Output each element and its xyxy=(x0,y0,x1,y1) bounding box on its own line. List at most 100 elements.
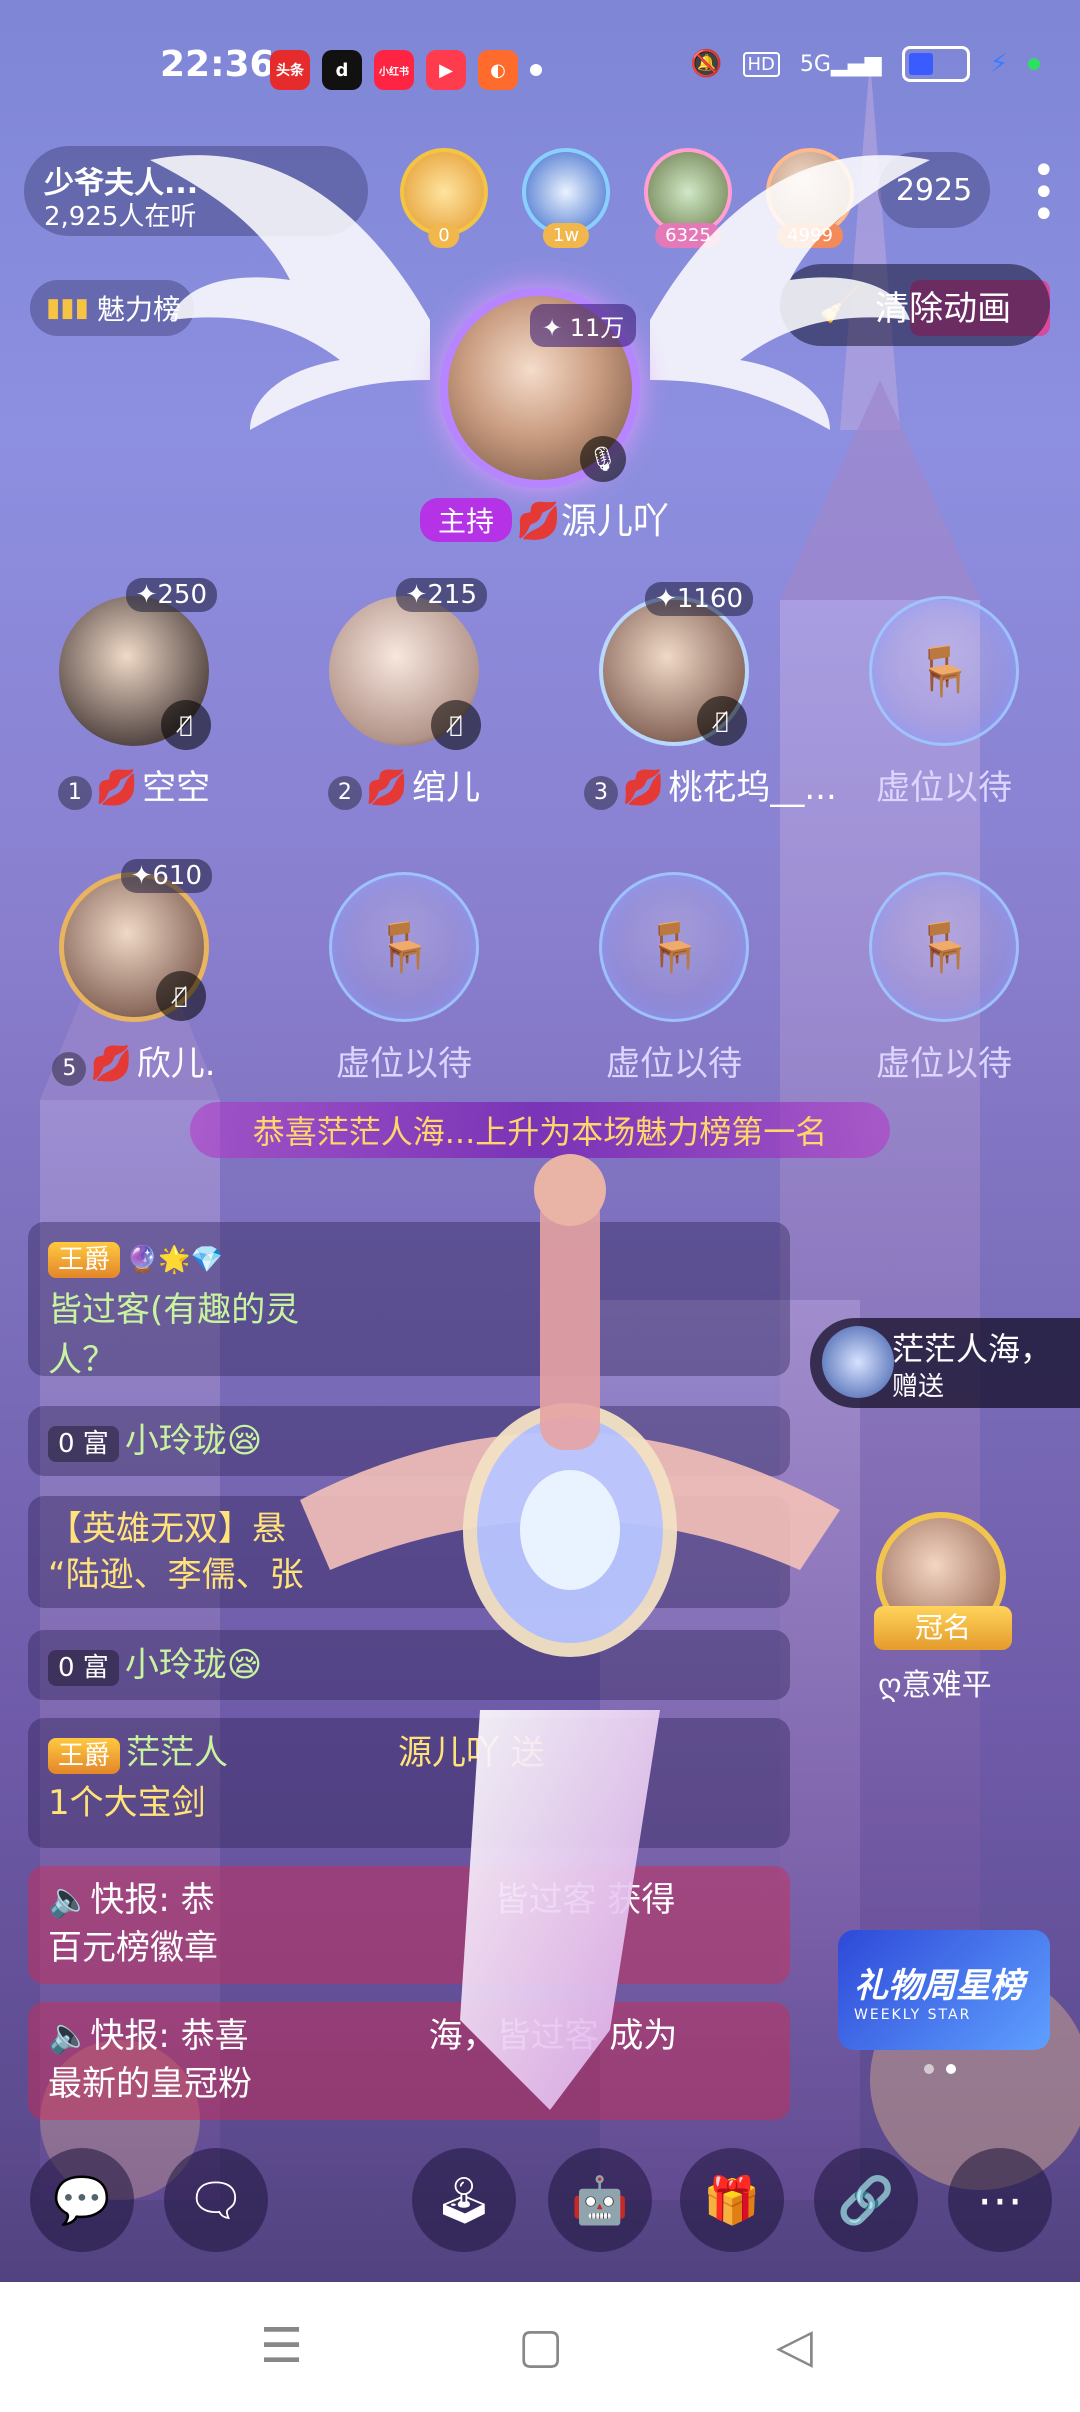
more-menu-icon[interactable]: • • • xyxy=(1032,151,1056,235)
more-button[interactable]: ⋯ xyxy=(948,2148,1052,2252)
chat-message[interactable]: 王爵 🔮🌟💎 皆过客(有趣的灵 人？ xyxy=(28,1222,790,1380)
seat-number: 5 xyxy=(52,1052,87,1086)
lips-icon: 💋 xyxy=(95,768,139,808)
mic-seat-6-empty[interactable]: 🪑 虚位以待 xyxy=(314,872,494,1085)
mic-muted-icon: 🎙̸ xyxy=(697,696,747,746)
seat-avatar[interactable]: ✦610 🎙̸ xyxy=(59,859,212,1022)
chair-icon: 🪑 xyxy=(644,919,704,976)
chair-icon: 🪑 xyxy=(374,919,434,976)
seat-score-value: 1160 xyxy=(676,584,743,614)
gift-sender-avatar xyxy=(822,1326,894,1398)
seat-number: 3 xyxy=(584,776,618,810)
seat-name: 桃花坞__... xyxy=(668,768,837,808)
top-contributors: 0 1w 6325 4999 xyxy=(400,148,854,248)
system-icons: 🔕 HD 5G▂▄▆ ⚡ xyxy=(690,46,1040,82)
mic-seat-3[interactable]: ✦1160 🎙̸ 3 💋 桃花坞__... xyxy=(584,582,837,810)
chat-text: 【英雄无双】悬 xyxy=(48,1509,286,1549)
chat-text-line2: 最新的皇冠粉 xyxy=(48,2064,252,2104)
menu-nav-icon[interactable]: ☰ xyxy=(260,2318,303,2374)
mic-seat-1[interactable]: ✦250 🎙̸ 1 💋 空空 xyxy=(44,578,224,810)
contributor-count: 1w xyxy=(542,223,590,248)
chat-text: 🔈快报: 恭喜 xyxy=(48,2016,249,2056)
empty-seat-circle[interactable]: 🪑 xyxy=(869,596,1019,746)
empty-seat-circle[interactable]: 🪑 xyxy=(329,872,479,1022)
lips-icon: 💋 xyxy=(90,1044,133,1084)
link-icon: 🔗 xyxy=(837,2172,895,2227)
chat-message[interactable]: 王爵 茫茫人 源儿吖 送 1个大宝剑 xyxy=(28,1718,790,1848)
seat-score: ✦1160 xyxy=(645,582,753,616)
crown-badge: 冠名 xyxy=(874,1606,1012,1650)
contributor-avatar[interactable]: 4999 xyxy=(766,148,854,248)
lips-icon: 💋 xyxy=(365,768,409,808)
gift-icon: 🎁 xyxy=(703,2172,761,2227)
empty-seat-circle[interactable]: 🪑 xyxy=(599,872,749,1022)
link-button[interactable]: 🔗 xyxy=(814,2148,918,2252)
chat-message[interactable]: 0 富小玲珑😪 xyxy=(28,1406,790,1476)
seat-number: 2 xyxy=(327,776,362,810)
contributor-avatar[interactable]: 0 xyxy=(400,148,488,248)
chat-bubble-button[interactable]: 💬 xyxy=(30,2148,134,2252)
home-nav-icon[interactable]: ▢ xyxy=(518,2318,563,2374)
seat-score: ✦215 xyxy=(395,578,487,612)
contributor-avatar[interactable]: 6325 xyxy=(644,148,732,248)
seat-label: 1 💋 空空 xyxy=(44,760,224,810)
seat-label: 2 💋 绾儿 xyxy=(314,760,494,810)
chat-message[interactable]: 0 富小玲珑😪 xyxy=(28,1630,790,1700)
chat-announcement[interactable]: 🔈快报: 恭喜 海，皆过客 成为 最新的皇冠粉 xyxy=(28,2002,790,2120)
clear-animation-button[interactable]: 🧹 清除动画 xyxy=(780,264,1050,346)
chat-text-b: 皆过客 获得 xyxy=(494,1880,676,1920)
gift-button[interactable]: 🎁 xyxy=(680,2148,784,2252)
contributor-avatar[interactable]: 1w xyxy=(522,148,610,248)
charm-board-button[interactable]: ▮▮▮ 魅力榜 xyxy=(30,280,194,336)
seat-label: 5 💋 欣儿. xyxy=(44,1036,224,1086)
chat-message[interactable]: 【英雄无双】悬 “陆逊、李儒、张 xyxy=(28,1496,790,1608)
host-score-value: 11万 xyxy=(569,314,625,342)
xiaohongshu-app-icon: 小红书 xyxy=(374,50,414,90)
seat-score: ✦250 xyxy=(125,578,217,612)
signal-icon: 5G▂▄▆ xyxy=(799,51,882,77)
chat-bubble-icon: 💬 xyxy=(53,2172,111,2227)
chat-text: 皆过客(有趣的灵 xyxy=(48,1290,300,1330)
weekly-star-title: 礼物周星榜 xyxy=(854,1965,1024,2006)
status-bar: 22:36 头条 d 小红书 ▶ ◐ 🔕 HD 5G▂▄▆ ⚡ xyxy=(0,0,1080,140)
rich-badge: 0 富 xyxy=(48,1426,119,1462)
mic-seat-5[interactable]: ✦610 🎙̸ 5 💋 欣儿. xyxy=(44,859,224,1086)
mute-bell-icon: 🔕 xyxy=(690,49,723,79)
seat-avatar[interactable]: ✦215 🎙̸ xyxy=(329,578,487,750)
more-icon: ⋯ xyxy=(977,2173,1023,2227)
chat-text: 🔈快报: 恭 xyxy=(48,1880,215,1920)
back-nav-icon[interactable]: ◁ xyxy=(776,2318,813,2374)
mic-seat-7-empty[interactable]: 🪑 虚位以待 xyxy=(584,872,764,1085)
green-dot-icon xyxy=(1028,58,1040,70)
seat-score-value: 250 xyxy=(157,580,207,610)
rank-badge: 王爵 xyxy=(48,1242,121,1278)
crown-name: ღ意难平 xyxy=(878,1668,992,1703)
comment-button[interactable]: 🗨 xyxy=(164,2148,268,2252)
chat-text-line2: 1个大宝剑 xyxy=(48,1783,206,1823)
dot-indicator-icon xyxy=(530,64,542,76)
mic-seat-4-empty[interactable]: 🪑 虚位以待 xyxy=(854,596,1034,809)
host-score: ✦ 11万 xyxy=(530,304,637,347)
network-type-label: 5G xyxy=(799,51,831,77)
chair-icon: 🪑 xyxy=(914,919,974,976)
chat-text-line2: 人？ xyxy=(48,1340,116,1380)
weekly-star-banner[interactable]: 礼物周星榜 WEEKLY STAR xyxy=(838,1930,1050,2050)
mic-seat-2[interactable]: ✦215 🎙̸ 2 💋 绾儿 xyxy=(314,578,494,810)
seat-avatar[interactable]: ✦250 🎙̸ xyxy=(59,578,217,750)
online-count-button[interactable]: 2925 xyxy=(878,152,990,228)
gift-toast-name: 茫茫人海， xyxy=(892,1330,1053,1368)
chat-announcement[interactable]: 🔈快报: 恭 皆过客 获得 百元榜徽章 xyxy=(28,1866,790,1984)
seat-label: 虚位以待 xyxy=(876,1044,1012,1084)
chat-user: 茫茫人 xyxy=(126,1733,229,1773)
host-name-text: 源儿吖 xyxy=(560,501,669,542)
charm-board-label: 魅力榜 xyxy=(96,293,181,326)
seat-avatar[interactable]: ✦1160 🎙̸ xyxy=(599,582,753,746)
chat-text-line2: 百元榜徽章 xyxy=(48,1928,218,1968)
host-badge: 主持 xyxy=(420,498,513,542)
robot-button[interactable]: 🤖 xyxy=(548,2148,652,2252)
game-button[interactable]: 🕹 xyxy=(412,2148,516,2252)
mic-seat-8-empty[interactable]: 🪑 虚位以待 xyxy=(854,872,1034,1085)
seat-number: 1 xyxy=(57,776,92,810)
mic-icon: 🎙 xyxy=(580,436,626,482)
empty-seat-circle[interactable]: 🪑 xyxy=(869,872,1019,1022)
